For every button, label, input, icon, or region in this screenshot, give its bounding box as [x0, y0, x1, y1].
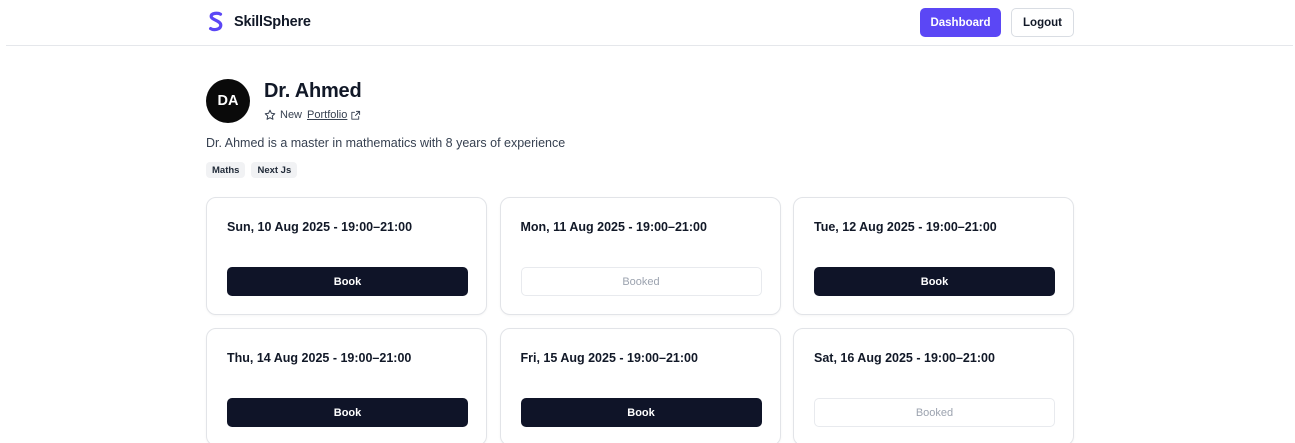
external-link-icon[interactable] — [350, 110, 361, 121]
skill-tag: Next Js — [251, 162, 298, 178]
tutor-bio: Dr. Ahmed is a master in mathematics wit… — [206, 136, 566, 150]
skill-tag: Maths — [206, 162, 246, 178]
logout-button[interactable]: Logout — [1011, 8, 1074, 37]
skillsphere-logo-icon — [209, 11, 223, 32]
slot-time: Mon, 11 Aug 2025 - 19:00–21:00 — [520, 220, 707, 234]
tutor-name: Dr. Ahmed — [264, 80, 362, 102]
slot-time: Sun, 10 Aug 2025 - 19:00–21:00 — [227, 220, 413, 234]
slot-grid: Sun, 10 Aug 2025 - 19:00–21:00 Book Mon,… — [206, 197, 1074, 443]
slot-card: Sun, 10 Aug 2025 - 19:00–21:00 Book — [206, 197, 487, 315]
book-button[interactable]: Book — [227, 398, 468, 427]
slot-time: Fri, 15 Aug 2025 - 19:00–21:00 — [520, 351, 698, 365]
skill-tags: Maths Next Js — [206, 162, 298, 178]
brand-name: SkillSphere — [234, 14, 311, 30]
slot-card: Fri, 15 Aug 2025 - 19:00–21:00 Book — [499, 328, 781, 443]
slot-card: Mon, 11 Aug 2025 - 19:00–21:00 Booked — [499, 197, 781, 315]
star-icon — [264, 109, 276, 120]
slot-time: Tue, 12 Aug 2025 - 19:00–21:00 — [814, 220, 997, 234]
slot-time: Sat, 16 Aug 2025 - 19:00–21:00 — [814, 351, 995, 365]
slot-card: Sat, 16 Aug 2025 - 19:00–21:00 Booked — [793, 328, 1074, 443]
booked-button: Booked — [814, 398, 1055, 427]
brand-link[interactable]: SkillSphere — [207, 10, 311, 34]
book-button[interactable]: Book — [814, 267, 1055, 296]
avatar: DA — [206, 79, 250, 123]
dashboard-button[interactable]: Dashboard — [920, 8, 1001, 37]
booked-button: Booked — [520, 267, 762, 296]
slot-card: Tue, 12 Aug 2025 - 19:00–21:00 Book — [793, 197, 1074, 315]
tutor-meta: New Portfolio — [264, 108, 361, 122]
navbar-divider — [6, 45, 1293, 46]
book-button[interactable]: Book — [520, 398, 762, 427]
slot-time: Thu, 14 Aug 2025 - 19:00–21:00 — [227, 351, 412, 365]
slot-card: Thu, 14 Aug 2025 - 19:00–21:00 Book — [206, 328, 487, 443]
portfolio-link[interactable]: Portfolio — [307, 109, 347, 121]
book-button[interactable]: Book — [227, 267, 468, 296]
top-navbar: SkillSphere Dashboard Logout — [0, 0, 1295, 46]
status-badge: New — [280, 109, 303, 121]
